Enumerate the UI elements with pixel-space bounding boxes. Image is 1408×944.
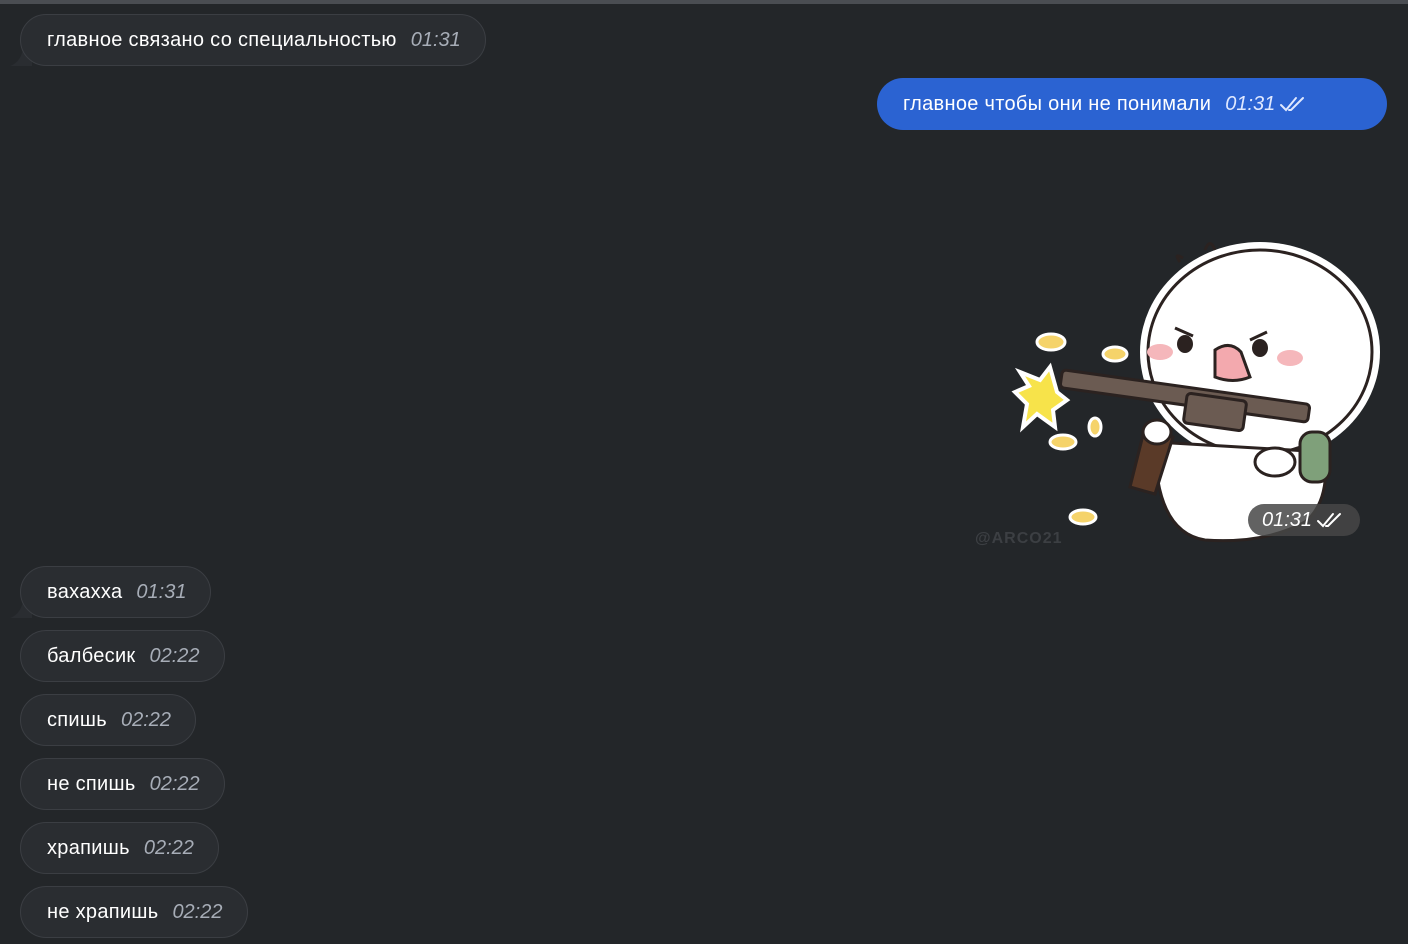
message-time: 02:22 (143, 836, 194, 859)
message-incoming[interactable]: храпишь 02:22 (20, 822, 219, 874)
message-text: не храпишь (47, 900, 159, 923)
message-incoming[interactable]: главное связано со специальностью 01:31 (20, 14, 486, 66)
message-time: 02:22 (120, 708, 172, 731)
message-time: 01:31 (1261, 508, 1313, 531)
message-time: 01:31 (1225, 92, 1276, 115)
message-text: главное чтобы они не понимали (903, 92, 1212, 115)
double-check-icon (1279, 95, 1309, 113)
shell-icon (1101, 345, 1129, 363)
message-time: 01:31 (410, 28, 461, 51)
muzzle-flash-icon (1011, 362, 1071, 433)
message-text: главное связано со специальностью (47, 28, 397, 51)
message-incoming[interactable]: балбесик 02:22 (20, 630, 225, 682)
sticker-time-badge: 01:31 (1248, 504, 1360, 536)
message-incoming[interactable]: вахахха 01:31 (20, 566, 212, 618)
shell-icon (1035, 332, 1067, 352)
message-text: храпишь (47, 836, 130, 859)
message-time: 01:31 (136, 580, 187, 603)
message-time: 02:22 (149, 772, 200, 795)
message-text: балбесик (47, 644, 136, 667)
chat-history[interactable]: главное связано со специальностью 01:31 … (0, 0, 1408, 944)
shell-icon (1087, 416, 1103, 438)
message-time: 02:22 (149, 644, 200, 667)
message-text: вахахха (47, 580, 123, 603)
shell-icon (1068, 508, 1098, 526)
message-incoming[interactable]: не спишь 02:22 (20, 758, 225, 810)
double-check-icon (1316, 511, 1346, 529)
message-outgoing[interactable]: главное чтобы они не понимали 01:31 (877, 78, 1387, 130)
message-text: спишь (47, 708, 107, 731)
message-text: не спишь (47, 772, 136, 795)
message-incoming[interactable]: не храпишь 02:22 (20, 886, 248, 938)
message-time: 02:22 (172, 900, 223, 923)
message-incoming[interactable]: спишь 02:22 (20, 694, 197, 746)
shell-icon (1048, 433, 1078, 451)
